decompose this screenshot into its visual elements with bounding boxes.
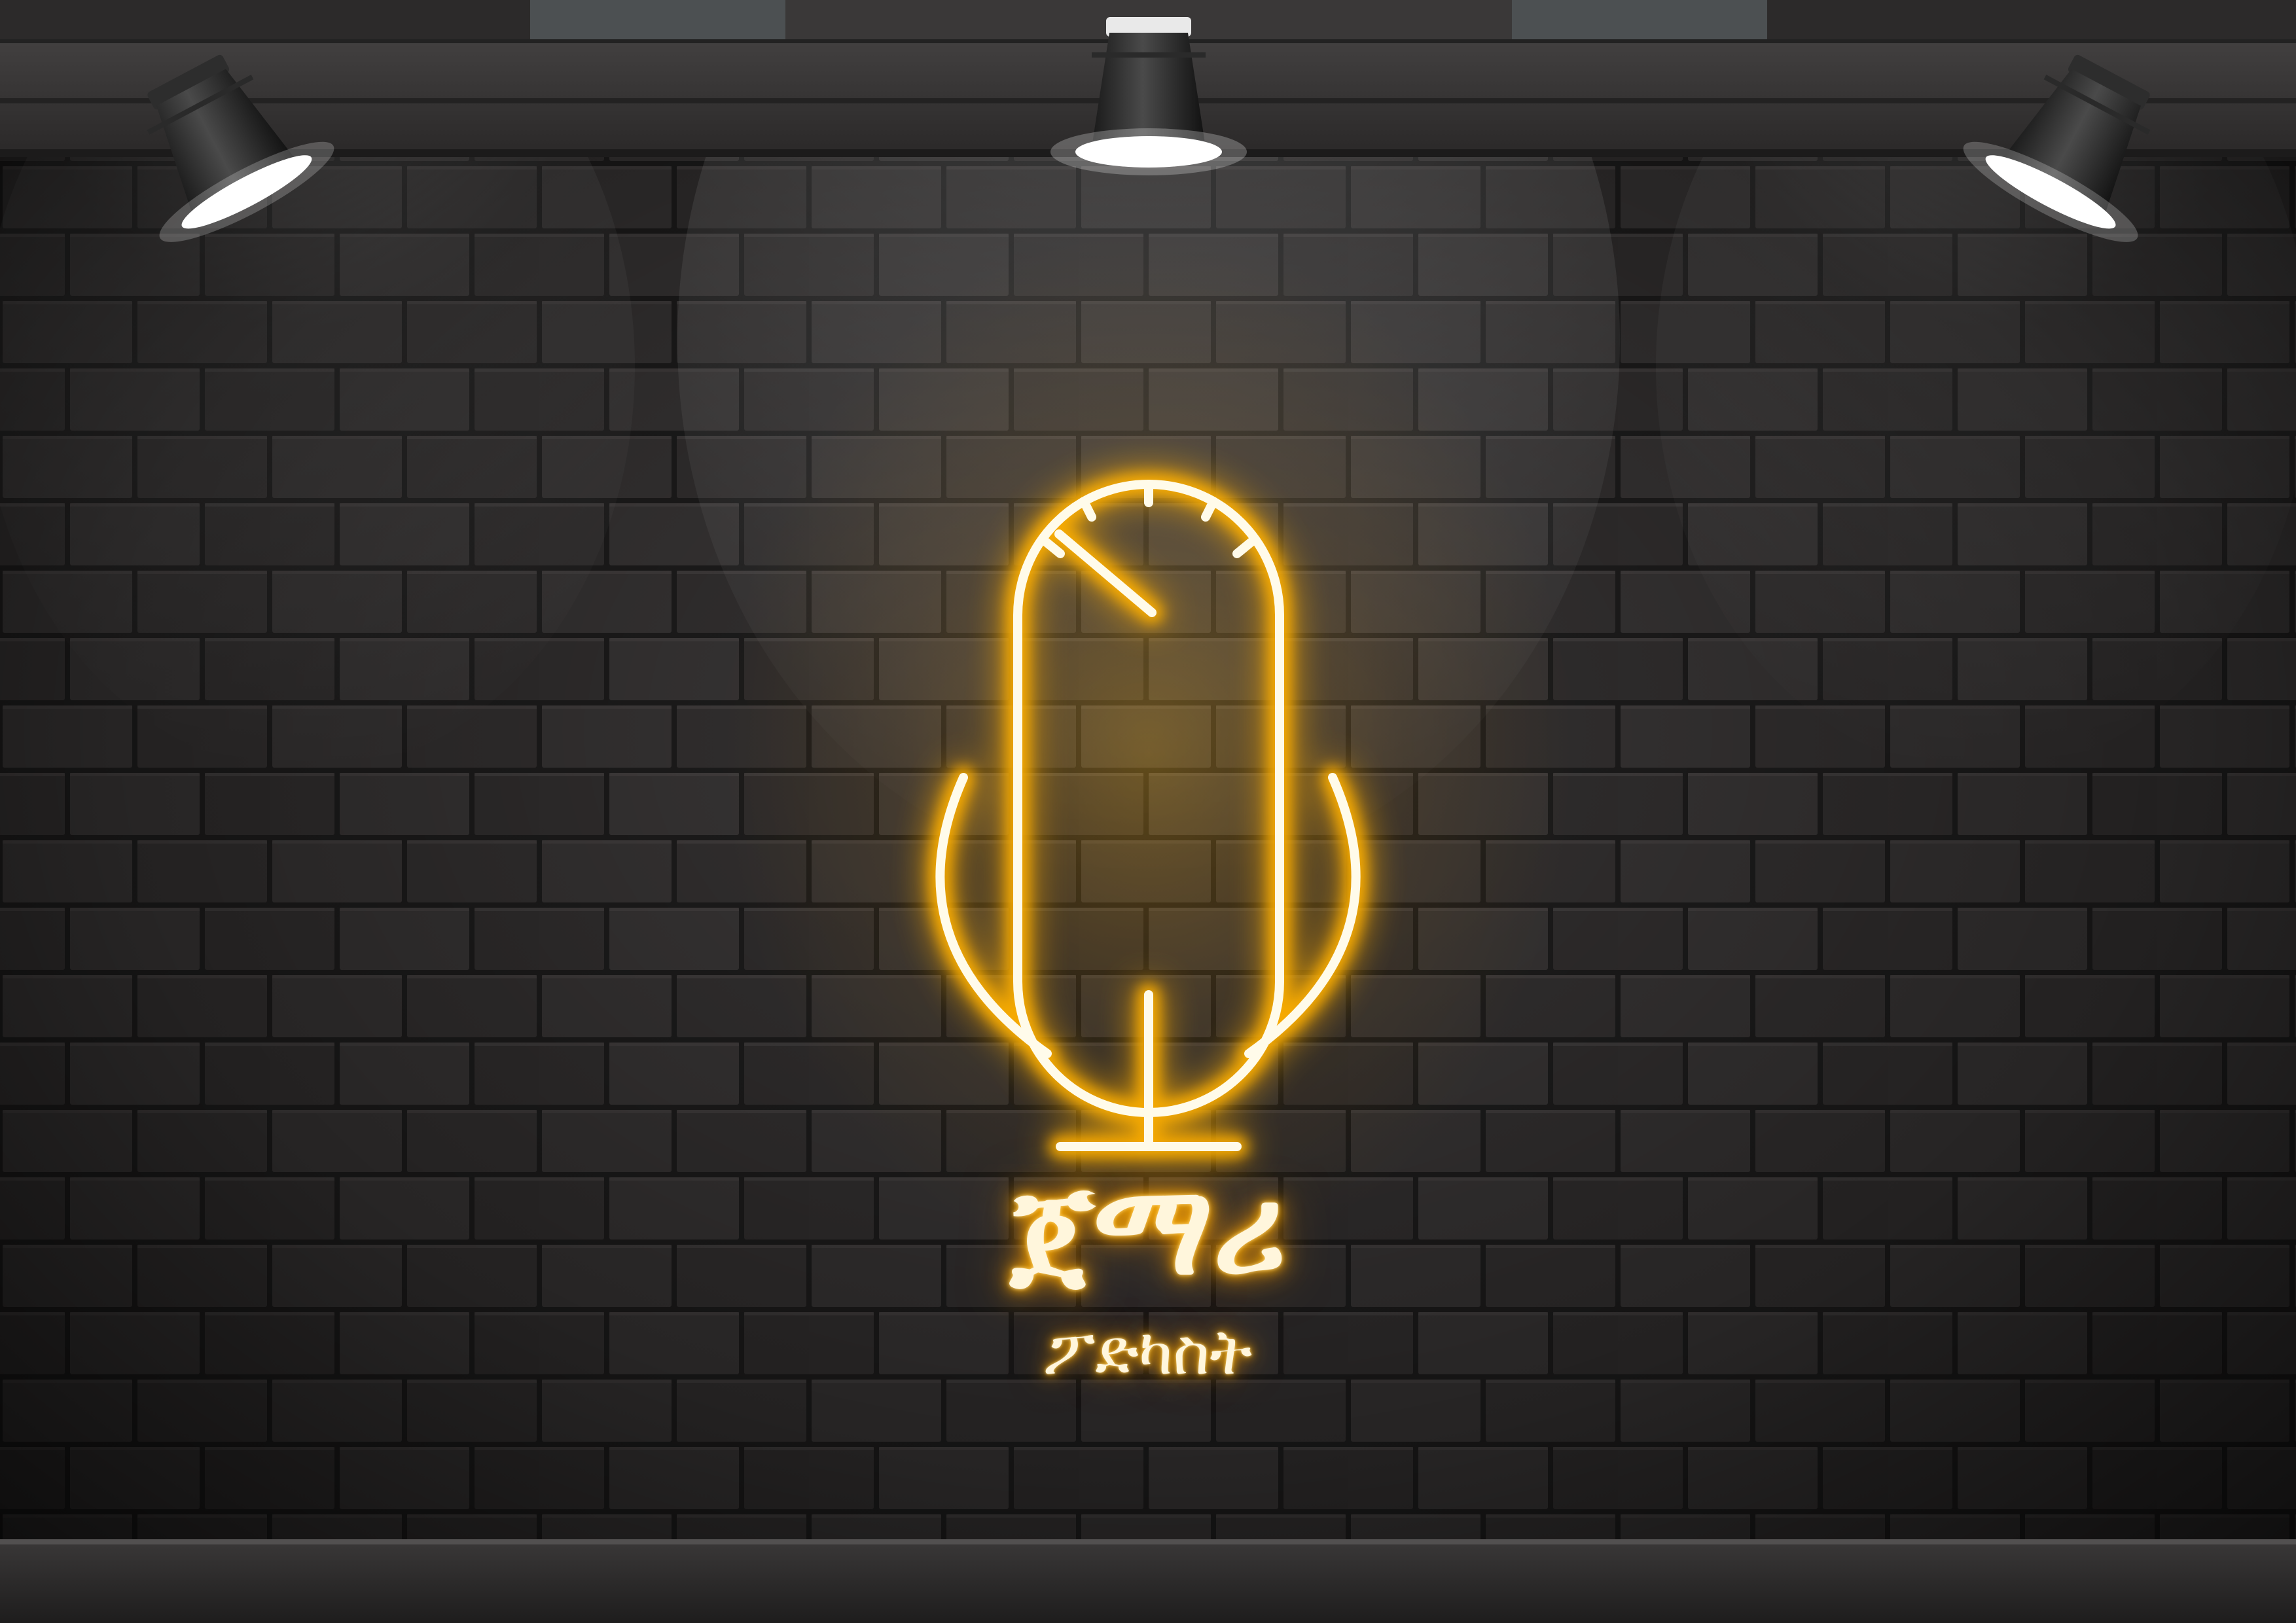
logo-subtitle: ፖድካስት [1043,1315,1253,1389]
logo-title: ጀማሪ [1010,1158,1286,1302]
floor [0,1539,2296,1623]
poster: ጀማሪ ፖድካስት [0,0,2296,1623]
